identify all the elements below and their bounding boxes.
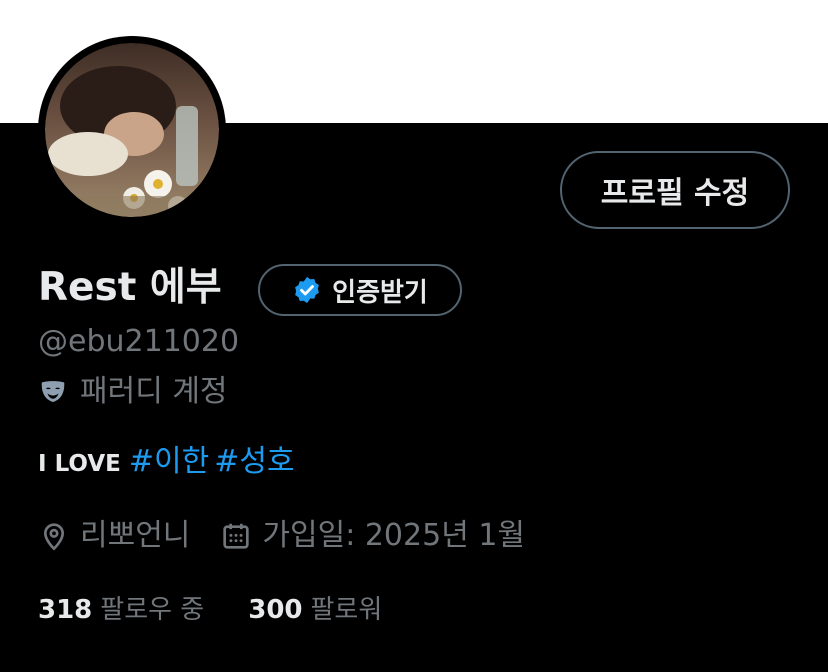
edit-profile-button[interactable]: 프로필 수정 bbox=[560, 151, 790, 229]
bio-text: I LOVE bbox=[38, 451, 129, 477]
account-category-label: 패러디 계정 bbox=[80, 374, 228, 409]
avatar-photo bbox=[39, 37, 225, 223]
following-label: 팔로우 중 bbox=[100, 595, 205, 625]
following-count: 318 bbox=[38, 595, 93, 625]
calendar-icon bbox=[220, 520, 252, 552]
account-category[interactable]: 패러디 계정 bbox=[38, 370, 228, 414]
parody-mask-icon bbox=[38, 377, 68, 407]
location-pin-icon bbox=[38, 520, 70, 552]
display-name: Rest 에부 bbox=[38, 265, 222, 310]
hashtag-link[interactable]: #이한 bbox=[129, 444, 209, 479]
hashtag-link[interactable]: #성호 bbox=[214, 444, 294, 479]
location: 리뽀언니 bbox=[38, 514, 190, 558]
user-handle: @ebu211020 bbox=[38, 324, 240, 359]
following-link[interactable]: 318 팔로우 중 bbox=[38, 588, 204, 632]
profile-meta: 리뽀언니 가입일: 2025년 1월 bbox=[38, 514, 525, 558]
join-date: 가입일: 2025년 1월 bbox=[220, 514, 525, 558]
verified-badge-icon bbox=[292, 275, 322, 305]
profile-avatar[interactable] bbox=[38, 36, 226, 224]
followers-label: 팔로워 bbox=[310, 595, 383, 625]
join-date-text: 가입일: 2025년 1월 bbox=[262, 518, 526, 553]
get-verified-button[interactable]: 인증받기 bbox=[258, 264, 462, 316]
profile-bio: I LOVE #이한 #성호 bbox=[38, 440, 295, 488]
followers-link[interactable]: 300 팔로워 bbox=[248, 588, 382, 632]
get-verified-label: 인증받기 bbox=[332, 277, 428, 308]
follow-stats: 318 팔로우 중 300 팔로워 bbox=[38, 588, 382, 632]
location-text: 리뽀언니 bbox=[80, 518, 191, 553]
followers-count: 300 bbox=[248, 595, 303, 625]
